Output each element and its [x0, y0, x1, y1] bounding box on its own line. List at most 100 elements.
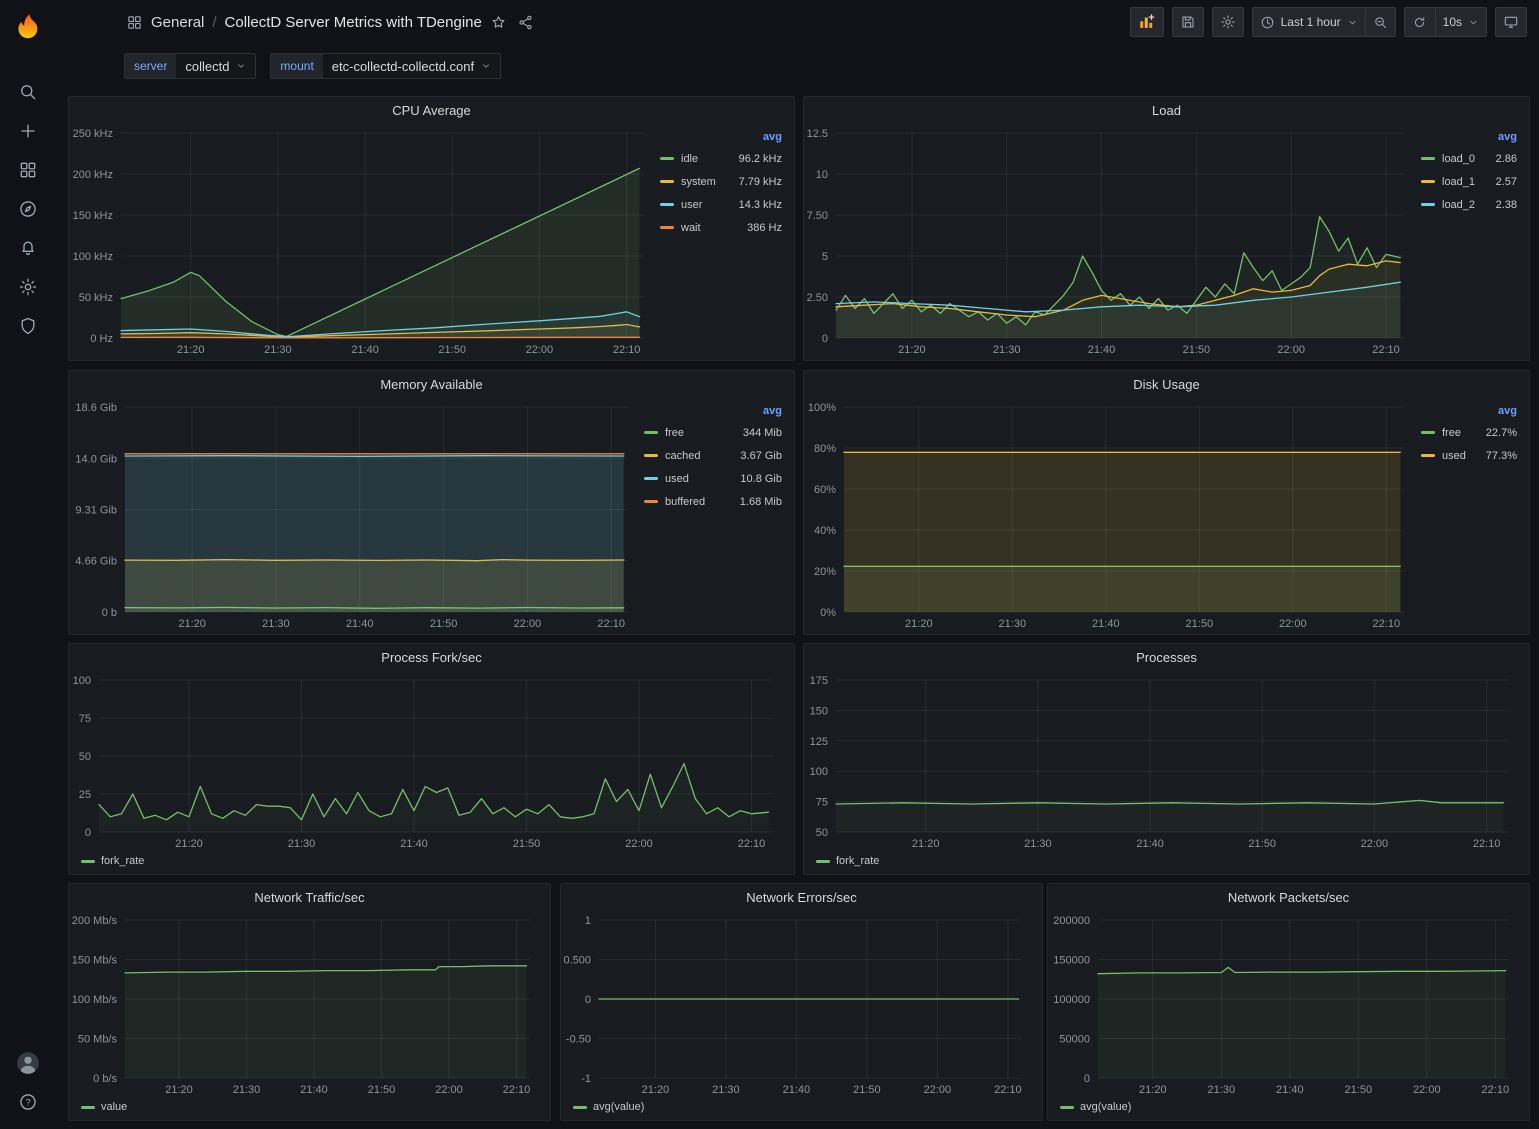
series-avg-value: 7.79 kHz [739, 176, 784, 188]
svg-text:100: 100 [73, 675, 91, 687]
panel-title[interactable]: Disk Usage [804, 371, 1529, 397]
cpu-average-chart[interactable]: 0 Hz50 kHz100 kHz150 kHz200 kHz250 kHz21… [71, 125, 654, 358]
chevron-down-icon [1468, 17, 1479, 28]
svg-text:21:20: 21:20 [912, 838, 940, 850]
legend-item[interactable]: wait386 Hz [660, 216, 784, 239]
search-icon[interactable] [8, 72, 48, 111]
share-dashboard-button[interactable] [515, 12, 536, 33]
disk-usage-chart[interactable]: 0%20%40%60%80%100%21:2021:3021:4021:5022… [806, 399, 1415, 632]
alerting-bell-icon[interactable] [8, 228, 48, 267]
legend-item[interactable]: used10.8 Gib [644, 467, 784, 490]
variable-mount-dropdown[interactable]: etc-collectd-collectd.conf [323, 54, 500, 78]
series-color-swatch [644, 500, 658, 503]
network-errors-chart[interactable]: -1-0.5000.500121:2021:3021:4021:5022:002… [563, 912, 1032, 1098]
variable-server-dropdown[interactable]: collectd [176, 54, 255, 78]
configuration-gear-icon[interactable] [8, 267, 48, 306]
svg-text:80%: 80% [814, 443, 836, 455]
refresh-interval-dropdown[interactable]: 10s [1435, 8, 1486, 36]
legend-item[interactable]: load_12.57 [1421, 170, 1519, 193]
share-icon [517, 14, 534, 31]
network-traffic-chart[interactable]: 0 b/s50 Mb/s100 Mb/s150 Mb/s200 Mb/s21:2… [71, 912, 540, 1098]
svg-text:250 kHz: 250 kHz [73, 128, 113, 140]
series-avg-value: 2.86 [1496, 153, 1519, 165]
refresh-button[interactable] [1405, 8, 1435, 36]
svg-text:22:10: 22:10 [1373, 618, 1401, 630]
series-color-swatch [644, 454, 658, 457]
panel-title[interactable]: Load [804, 97, 1529, 123]
create-plus-icon[interactable] [8, 111, 48, 150]
zoom-out-button[interactable] [1365, 8, 1395, 36]
legend-item[interactable]: value [81, 1101, 127, 1113]
legend-item[interactable]: user14.3 kHz [660, 193, 784, 216]
explore-compass-icon[interactable] [8, 189, 48, 228]
svg-text:150000: 150000 [1053, 955, 1090, 967]
svg-text:21:20: 21:20 [175, 838, 203, 850]
time-range-picker[interactable]: Last 1 hour [1253, 8, 1365, 36]
dashboard-settings-button[interactable] [1212, 7, 1244, 37]
panel-title[interactable]: Memory Available [69, 371, 794, 397]
series-color-swatch [1421, 180, 1435, 183]
star-dashboard-button[interactable] [488, 12, 509, 33]
main-area: General / CollectD Server Metrics with T… [56, 0, 1539, 1129]
legend-item[interactable]: load_02.86 [1421, 147, 1519, 170]
add-panel-button[interactable] [1130, 7, 1164, 37]
legend-item[interactable]: fork_rate [81, 855, 144, 867]
series-color-swatch [81, 1106, 95, 1109]
legend-item[interactable]: system7.79 kHz [660, 170, 784, 193]
grafana-logo[interactable] [11, 10, 45, 44]
legend-item[interactable]: load_22.38 [1421, 193, 1519, 216]
load-legend: avgload_02.86load_12.57load_22.38 [1415, 125, 1521, 358]
svg-text:22:00: 22:00 [1413, 1084, 1441, 1096]
series-color-swatch [573, 1106, 587, 1109]
panel-title[interactable]: Network Errors/sec [561, 884, 1042, 910]
legend-item[interactable]: free344 Mib [644, 421, 784, 444]
legend-item[interactable]: avg(value) [573, 1101, 644, 1113]
svg-text:22:10: 22:10 [1372, 344, 1400, 356]
memory-available-chart[interactable]: 0 b4.66 Gib9.31 Gib14.0 Gib18.6 Gib21:20… [71, 399, 638, 632]
series-name: fork_rate [836, 855, 879, 867]
legend-item[interactable]: buffered1.68 Mib [644, 490, 784, 513]
panel-network-packets: Network Packets/sec 05000010000015000020… [1047, 883, 1530, 1121]
svg-text:22:10: 22:10 [1473, 838, 1501, 850]
save-dashboard-button[interactable] [1172, 7, 1204, 37]
user-avatar[interactable] [8, 1043, 48, 1082]
legend-item[interactable]: free22.7% [1421, 421, 1519, 444]
network-packets-chart[interactable]: 05000010000015000020000021:2021:3021:402… [1050, 912, 1519, 1098]
panel-title[interactable]: Processes [804, 644, 1529, 670]
svg-text:125: 125 [810, 736, 828, 748]
svg-text:21:30: 21:30 [712, 1084, 740, 1096]
legend-item[interactable]: fork_rate [816, 855, 879, 867]
series-avg-value: 1.68 Mib [740, 496, 784, 508]
svg-text:21:40: 21:40 [1276, 1084, 1304, 1096]
svg-text:0 b/s: 0 b/s [93, 1073, 117, 1085]
svg-text:7.50: 7.50 [807, 210, 828, 222]
admin-shield-icon[interactable] [8, 306, 48, 345]
svg-text:?: ? [25, 1097, 30, 1107]
variable-mount-label: mount [271, 54, 322, 78]
breadcrumb-section[interactable]: General [151, 14, 204, 31]
help-icon[interactable]: ? [8, 1082, 48, 1121]
star-icon [490, 14, 507, 31]
processes-chart[interactable]: 507510012515017521:2021:3021:4021:5022:0… [806, 672, 1519, 852]
legend-item[interactable]: idle96.2 kHz [660, 147, 784, 170]
legend-item[interactable]: cached3.67 Gib [644, 444, 784, 467]
panel-title[interactable]: Network Traffic/sec [69, 884, 550, 910]
legend-item[interactable]: used77.3% [1421, 444, 1519, 467]
panel-disk-usage: Disk Usage 0%20%40%60%80%100%21:2021:302… [803, 370, 1530, 635]
panel-title[interactable]: CPU Average [69, 97, 794, 123]
svg-text:22:00: 22:00 [1277, 344, 1305, 356]
dashboards-grid-icon[interactable] [8, 150, 48, 189]
panel-title[interactable]: Network Packets/sec [1048, 884, 1529, 910]
legend-avg-header: avg [1421, 405, 1519, 417]
series-color-swatch [660, 180, 674, 183]
load-chart[interactable]: 02.5057.501012.521:2021:3021:4021:5022:0… [806, 125, 1415, 358]
series-name: wait [681, 222, 747, 234]
cycle-view-mode-button[interactable] [1495, 7, 1527, 37]
panel-title[interactable]: Process Fork/sec [69, 644, 794, 670]
chevron-down-icon [481, 61, 491, 71]
series-color-swatch [660, 157, 674, 160]
process-fork-chart[interactable]: 025507510021:2021:3021:4021:5022:0022:10 [71, 672, 784, 852]
legend-item[interactable]: avg(value) [1060, 1101, 1131, 1113]
svg-text:5: 5 [822, 251, 828, 263]
sidebar: ? [0, 0, 56, 1129]
